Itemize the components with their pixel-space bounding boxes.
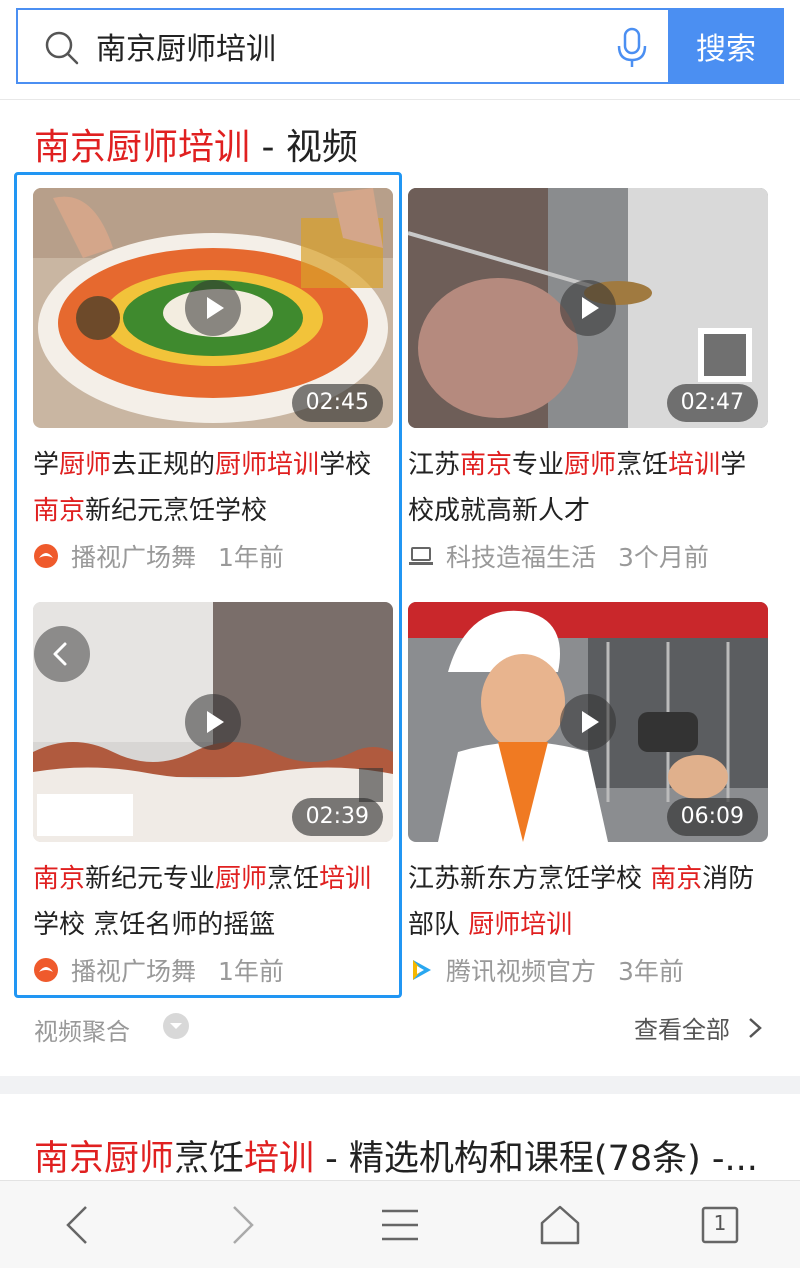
video-title[interactable]: 江苏南京专业厨师烹饪培训学校成就高新人才 [408, 442, 770, 534]
tab-count: 1 [713, 1211, 727, 1235]
video-duration: 06:09 [666, 798, 758, 836]
video-meta: 科技造福生活 3个月前 [408, 540, 709, 572]
title-text: 专业 [512, 450, 565, 480]
video-source: 腾讯视频官方 [446, 957, 597, 986]
video-title[interactable]: 南京新纪元专业厨师烹饪培训学校 烹饪名师的摇篮 [33, 856, 395, 948]
laptop-icon [409, 547, 433, 565]
video-section-title[interactable]: 南京厨师培训 - 视频 [34, 118, 358, 170]
video-duration: 02:45 [291, 384, 383, 422]
menu-icon[interactable] [376, 1201, 424, 1249]
video-source: 播视广场舞 [71, 543, 197, 572]
search-bar: 搜索 [0, 0, 800, 100]
title-highlight: 厨师 [215, 864, 268, 894]
video-thumbnail[interactable]: 02:47 [408, 188, 768, 428]
video-aggregate-label: 视频聚合 [34, 1018, 130, 1046]
video-title[interactable]: 学厨师去正规的厨师培训学校 南京新纪元烹饪学校 [33, 442, 395, 534]
video-time: 1年前 [218, 543, 284, 572]
title-highlight: 厨师 [59, 450, 112, 480]
title-text: 学 [33, 450, 60, 480]
tencent-video-icon [413, 960, 431, 980]
title-highlight: 南京厨师 [34, 1139, 175, 1179]
video-time: 3个月前 [618, 543, 709, 572]
back-icon[interactable] [56, 1201, 104, 1249]
video-meta: 腾讯视频官方 3年前 [408, 954, 684, 986]
video-meta: 播视广场舞 1年前 [33, 540, 284, 572]
view-all-label: 查看全部 [634, 1016, 730, 1044]
title-highlight: 厨师培训 [468, 910, 573, 940]
video-meta: 播视广场舞 1年前 [33, 954, 284, 986]
browser-bottom-nav: 1 [0, 1180, 800, 1268]
title-highlight: 培训 [319, 864, 372, 894]
chevron-right-icon [749, 1017, 762, 1038]
video-thumbnail[interactable]: 02:45 [33, 188, 393, 428]
search-icon [45, 31, 79, 65]
video-time: 3年前 [618, 957, 684, 986]
microphone-icon[interactable] [612, 26, 652, 70]
bosi-logo-icon [34, 958, 58, 982]
title-text: 去正规的 [111, 450, 216, 480]
title-text: 烹饪 [616, 450, 669, 480]
forward-icon[interactable] [216, 1201, 264, 1249]
search-input[interactable] [96, 24, 576, 68]
carousel-prev-button[interactable] [34, 626, 90, 682]
play-icon[interactable] [560, 280, 616, 336]
play-icon[interactable] [560, 694, 616, 750]
chevron-down-circle-icon[interactable] [162, 1012, 190, 1040]
play-icon[interactable] [185, 280, 241, 336]
video-time: 1年前 [218, 957, 284, 986]
title-text: 学校 [319, 450, 372, 480]
play-icon[interactable] [185, 694, 241, 750]
title-highlight: 南京 [460, 450, 513, 480]
search-button[interactable]: 搜索 [668, 8, 784, 84]
video-duration: 02:47 [666, 384, 758, 422]
video-duration: 02:39 [291, 798, 383, 836]
title-highlight: 厨师 [564, 450, 617, 480]
title-text: 江苏新东方烹饪学校 [408, 864, 651, 894]
video-source: 播视广场舞 [71, 957, 197, 986]
video-section-footer: 视频聚合 查看全部 [34, 1008, 764, 1046]
title-text: 新纪元专业 [85, 864, 216, 894]
tabs-button[interactable]: 1 [696, 1201, 744, 1249]
section-divider [0, 1076, 800, 1094]
title-highlight: 培训 [244, 1139, 315, 1179]
title-text: 学校 烹饪名师的摇篮 [33, 910, 276, 940]
title-suffix: - 视频 [250, 127, 358, 168]
result-title[interactable]: 南京厨师烹饪培训 - 精选机构和课程(78条) -... [34, 1130, 774, 1181]
home-icon[interactable] [536, 1201, 584, 1249]
title-highlight: 南京 [650, 864, 703, 894]
title-text: 烹饪 [174, 1139, 245, 1179]
search-box[interactable] [16, 8, 668, 84]
view-all-link[interactable]: 查看全部 [634, 1010, 764, 1045]
title-text: 烹饪 [267, 864, 320, 894]
title-highlight: 培训 [668, 450, 721, 480]
title-query: 南京厨师培训 [34, 127, 251, 168]
title-text: - 精选机构和课程(78条) -... [314, 1139, 758, 1179]
title-text: 江苏 [408, 450, 461, 480]
title-text: 新纪元烹饪学校 [85, 496, 268, 526]
title-highlight: 南京 [33, 496, 86, 526]
bosi-logo-icon [34, 544, 58, 568]
chevron-left-icon [53, 642, 67, 666]
video-title[interactable]: 江苏新东方烹饪学校 南京消防部队 厨师培训 [408, 856, 770, 948]
video-thumbnail[interactable]: 06:09 [408, 602, 768, 842]
title-highlight: 南京 [33, 864, 86, 894]
title-highlight: 厨师培训 [215, 450, 320, 480]
video-source: 科技造福生活 [446, 543, 597, 572]
